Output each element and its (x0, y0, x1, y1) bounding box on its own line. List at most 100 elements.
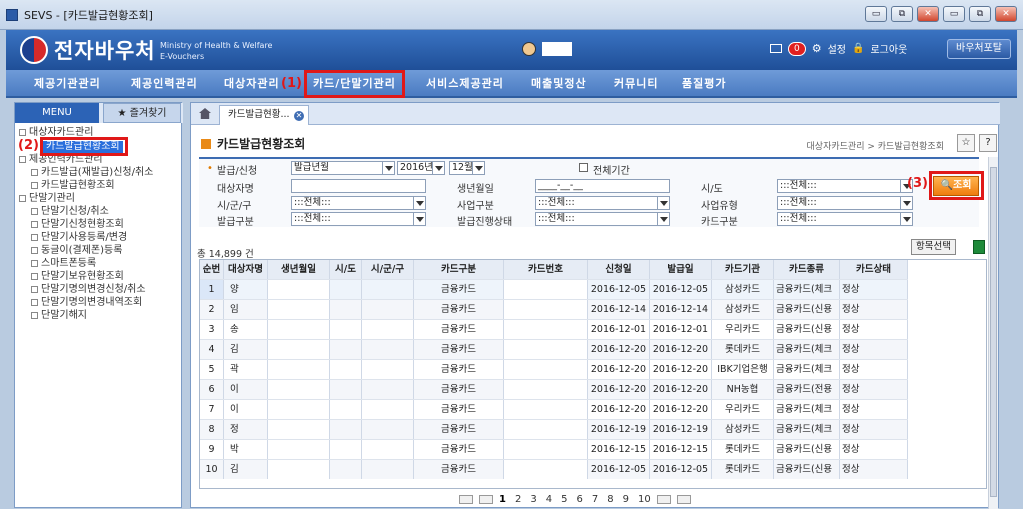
select-columns-button[interactable]: 항목선택 (911, 239, 956, 255)
restore-button[interactable]: ⧉ (891, 6, 913, 22)
table-row[interactable]: 7 이 금융카드 2016-12-20 2016-12-20 우리카드 금융카드(체크 정상 (200, 399, 908, 419)
excel-download-icon[interactable] (973, 240, 985, 254)
all-period-checkbox[interactable] (579, 163, 588, 172)
home-icon[interactable] (199, 108, 211, 119)
menu-provider-mgmt[interactable]: 제공기관관리 (34, 70, 101, 98)
col-header-name[interactable]: 대상자명 (224, 260, 268, 279)
menu-community[interactable]: 커뮤니티 (614, 70, 658, 98)
col-header-no[interactable]: 순번 (200, 260, 224, 279)
col-header-issue-date[interactable]: 발급일 (650, 260, 712, 279)
table-row[interactable]: 1 양 금융카드 2016-12-05 2016-12-05 삼성카드 금융카드(체크 정상 (200, 279, 908, 299)
first-page-button[interactable] (459, 495, 473, 504)
card-kind-label: 카드구분 (701, 217, 738, 228)
tree-item-dongle-register[interactable]: 동글이(결제폰)등록 (31, 245, 122, 257)
page-link[interactable]: 1 (499, 494, 506, 505)
menu-target-mgmt[interactable]: 대상자관리 (224, 70, 280, 98)
target-name-input[interactable] (291, 179, 426, 193)
page-link[interactable]: 4 (546, 494, 552, 505)
sigungu-select[interactable]: :::전체::: (291, 196, 426, 210)
page-link[interactable]: 7 (592, 494, 598, 505)
cell-name: 곽 (224, 360, 268, 379)
cell-birth (268, 300, 330, 319)
next-page-button[interactable] (656, 495, 671, 504)
birth-input[interactable]: ____-__-__ (535, 179, 670, 193)
month-select[interactable]: 12월 (449, 161, 485, 175)
menu-service-mgmt[interactable]: 서비스제공관리 (426, 70, 504, 98)
star-icon[interactable]: ☆ (957, 134, 975, 152)
issue-kind-select[interactable]: :::전체::: (291, 212, 426, 226)
tree-item-smartphone-register[interactable]: 스마트폰등록 (31, 258, 96, 270)
gear-icon[interactable]: ⚙ (812, 42, 822, 55)
tree-item-staff-card-issue-status[interactable]: 카드발급현황조회 (31, 180, 115, 192)
col-header-card-status[interactable]: 카드상태 (840, 260, 908, 279)
page-link[interactable]: 5 (561, 494, 567, 505)
tab-menu[interactable]: MENU (15, 103, 99, 123)
close-button[interactable]: ✕ (917, 6, 939, 22)
tree-item-label: 단말기명의변경내역조회 (41, 297, 143, 308)
page-link[interactable]: 2 (515, 494, 521, 505)
page-link[interactable]: 6 (576, 494, 582, 505)
cell-card-no (504, 420, 588, 439)
scrollbar-thumb[interactable] (990, 167, 997, 497)
table-row[interactable]: 4 김 금융카드 2016-12-20 2016-12-20 롯데카드 금융카드(체크 정상 (200, 339, 908, 359)
table-row[interactable]: 9 박 금융카드 2016-12-15 2016-12-15 롯데카드 금융카드(신용 정상 (200, 439, 908, 459)
biz-type-select[interactable]: :::전체::: (535, 196, 670, 210)
tree-item-owner-change-history[interactable]: 단말기명의변경내역조회 (31, 297, 142, 309)
app-restore-button[interactable]: ⧉ (969, 6, 991, 22)
page-link[interactable]: 3 (530, 494, 536, 505)
col-header-card-type[interactable]: 카드구분 (414, 260, 504, 279)
menu-quality-eval[interactable]: 품질평가 (682, 70, 726, 98)
table-row[interactable]: 8 정 금융카드 2016-12-19 2016-12-19 삼성카드 금융카드(체크 정상 (200, 419, 908, 439)
mail-icon[interactable] (770, 44, 782, 53)
tab-favorites[interactable]: ★ 즐겨찾기 (103, 103, 181, 123)
tree-item-terminal-apply-status[interactable]: 단말기신청현황조회 (31, 219, 124, 231)
progress-select[interactable]: :::전체::: (535, 212, 670, 226)
col-header-sido[interactable]: 시/도 (330, 260, 362, 279)
last-page-button[interactable] (676, 495, 691, 504)
issue-type-select[interactable]: 발급년월 (291, 161, 395, 175)
minimize-button[interactable]: ▭ (865, 6, 887, 22)
tree-item-owner-change-apply[interactable]: 단말기명의변경신청/취소 (31, 284, 146, 296)
col-header-card-no[interactable]: 카드번호 (504, 260, 588, 279)
app-close-button[interactable]: ✕ (995, 6, 1017, 22)
logout-link[interactable]: 로그아웃 (870, 41, 907, 56)
col-header-sigungu[interactable]: 시/군/구 (362, 260, 414, 279)
table-row[interactable]: 5 곽 금융카드 2016-12-20 2016-12-20 IBK기업은행 금융카드(체크… (200, 359, 908, 379)
tree-item-terminal-holding[interactable]: 단말기보유현황조회 (31, 271, 124, 283)
close-icon[interactable]: ✕ (294, 111, 304, 121)
table-row[interactable]: 6 이 금융카드 2016-12-20 2016-12-20 NH농협 금융카드(전용 정상 (200, 379, 908, 399)
menu-card-terminal-mgmt[interactable]: 카드/단말기관리 (304, 70, 405, 98)
table-row[interactable]: 10 김 금융카드 2016-12-05 2016-12-05 롯데카드 금융카드(신용 정상 (200, 459, 908, 479)
cell-card-org: 롯데카드 (712, 440, 774, 459)
vertical-scrollbar[interactable] (988, 157, 998, 509)
tree-item-terminal-apply[interactable]: 단말기신청/취소 (31, 206, 109, 218)
chevron-down-icon (657, 213, 669, 225)
card-kind-select[interactable]: :::전체::: (777, 212, 913, 226)
settings-link[interactable]: 설정 (828, 41, 846, 56)
menu-sales-settlement[interactable]: 매출및정산 (531, 70, 587, 98)
year-select[interactable]: 2016년 (397, 161, 445, 175)
menu-staff-mgmt[interactable]: 제공인력관리 (131, 70, 198, 98)
biz-kind-select[interactable]: :::전체::: (777, 196, 913, 210)
page-link[interactable]: 10 (638, 494, 651, 505)
tree-item-card-issue-apply[interactable]: 카드발급(재발급)신청/취소 (31, 167, 153, 179)
col-header-apply-date[interactable]: 신청일 (588, 260, 650, 279)
sido-select[interactable]: :::전체::: (777, 179, 913, 193)
table-row[interactable]: 2 임 금융카드 2016-12-14 2016-12-14 삼성카드 금융카드(신용 정상 (200, 299, 908, 319)
col-header-card-kind[interactable]: 카드종류 (774, 260, 840, 279)
prev-page-button[interactable] (479, 495, 493, 504)
help-icon[interactable]: ? (979, 134, 997, 152)
tree-item-terminal-register[interactable]: 단말기사용등록/변경 (31, 232, 127, 244)
page-link[interactable]: 9 (623, 494, 629, 505)
tree-group-terminal[interactable]: 단말기관리 (19, 193, 75, 205)
page-link[interactable]: 8 (607, 494, 613, 505)
app-minimize-button[interactable]: ▭ (943, 6, 965, 22)
month-value: 12월 (452, 162, 473, 173)
voucher-portal-button[interactable]: 바우처포탈 (947, 39, 1011, 59)
col-header-card-org[interactable]: 카드기관 (712, 260, 774, 279)
table-row[interactable]: 3 송 금융카드 2016-12-01 2016-12-01 우리카드 금융카드(신용 정상 (200, 319, 908, 339)
cell-sido (330, 320, 362, 339)
tab-card-issue-status[interactable]: 카드발급현황... ✕ (219, 105, 309, 125)
col-header-birth[interactable]: 생년월일 (268, 260, 330, 279)
tree-item-terminal-cancel[interactable]: 단말기해지 (31, 310, 87, 322)
